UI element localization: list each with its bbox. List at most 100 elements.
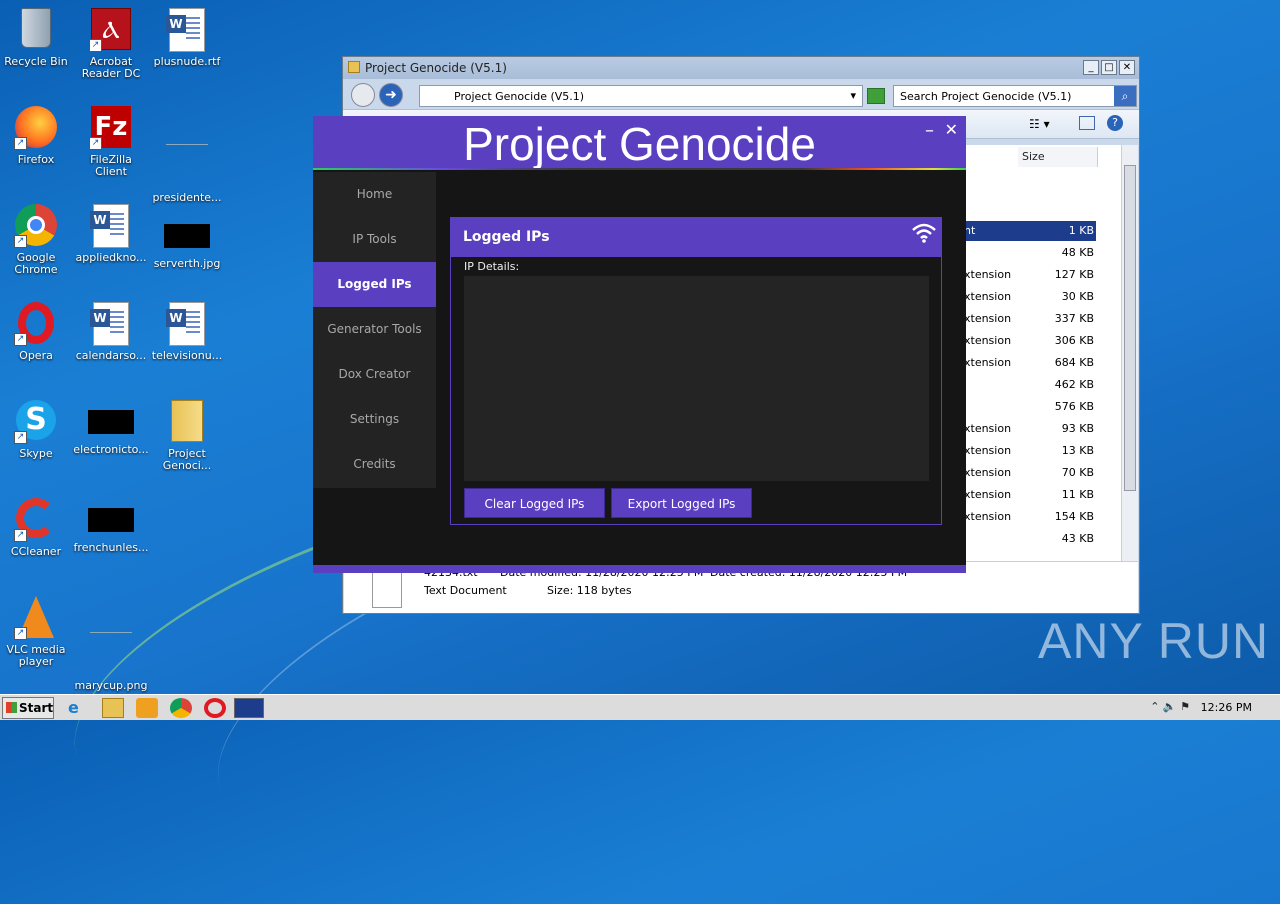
minimize-button[interactable]: _ [1083,60,1099,75]
desktop-icon-label: appliedkno... [75,251,147,264]
column-header-size[interactable]: Size [1018,147,1098,167]
view-options-icon[interactable]: ☷ ▾ [1029,117,1050,131]
desktop-icon-vlc[interactable]: ↗ VLC media player [0,596,74,668]
ip-details-textbox[interactable] [464,276,929,481]
desktop-icon-recycle-bin[interactable]: Recycle Bin [0,8,74,68]
desktop-icon-label: Skype [19,447,53,460]
chrome-taskbar-icon[interactable] [170,698,192,718]
row-size: 30 KB [1061,290,1094,303]
table-row[interactable]: 462 KB [964,375,1096,395]
internet-explorer-icon[interactable]: e [68,698,90,718]
row-size: 11 KB [1061,488,1094,501]
minimize-button[interactable]: – [925,120,934,141]
row-size: 337 KB [1054,312,1094,325]
table-row[interactable]: 43 KB [964,529,1096,549]
table-row[interactable]: 576 KB [964,397,1096,417]
nav-dox-creator[interactable]: Dox Creator [313,352,436,397]
table-row[interactable]: xtension 93 KB [964,419,1096,439]
desktop-icon-label: Recycle Bin [4,55,68,68]
explorer-titlebar[interactable]: Project Genocide (V5.1) _ □ ✕ [343,57,1139,79]
start-label: Start [19,701,54,715]
desktop-icon-firefox[interactable]: ↗ Firefox [0,106,74,166]
taskbar-clock[interactable]: 12:26 PM [1201,701,1252,714]
desktop-icon-label: calendarso... [75,349,147,362]
desktop-icon-label: serverth.jpg [153,257,221,270]
image-thumbnail-icon [165,144,209,188]
help-icon[interactable]: ? [1107,115,1123,131]
desktop-icon-televisionu[interactable]: W televisionu... [149,302,225,362]
desktop-icon-skype[interactable]: S ↗ Skype [0,400,74,460]
desktop-icon-chrome[interactable]: ↗ Google Chrome [0,204,74,276]
desktop-icon-plusnude[interactable]: W plusnude.rtf [149,8,225,68]
maximize-button[interactable]: □ [1101,60,1117,75]
scrollbar-thumb[interactable] [1124,165,1136,491]
close-button[interactable]: ✕ [945,120,958,139]
desktop-icon-marycup[interactable]: marycup.png [73,596,149,692]
desktop-icon-label: televisionu... [151,349,223,362]
desktop-icon-frenchunles[interactable]: frenchunles... [73,498,149,554]
search-icon[interactable]: ⌕ [1114,86,1136,106]
desktop-icon-label: Project Genoci... [162,447,212,472]
chevron-down-icon[interactable]: ▾ [850,89,856,102]
desktop-icon-acrobat[interactable]: Ⲁ ↗ Acrobat Reader DC [73,8,149,80]
desktop-icon-ccleaner[interactable]: ↗ CCleaner [0,498,74,558]
row-size: 306 KB [1054,334,1094,347]
nav-credits[interactable]: Credits [313,442,436,487]
desktop-icon-appliedkno[interactable]: W appliedkno... [73,204,149,264]
export-logged-ips-button[interactable]: Export Logged IPs [611,488,752,518]
desktop-icon-project-genocide[interactable]: Project Genoci... [149,400,225,472]
row-size: 127 KB [1054,268,1094,281]
app-titlebar[interactable]: Project Genocide – ✕ [313,116,966,170]
row-size: 576 KB [1054,400,1094,413]
desktop-icon-opera[interactable]: ↗ Opera [0,302,74,362]
desktop-icon-serverth[interactable]: serverth.jpg [149,204,225,270]
vertical-scrollbar[interactable] [1121,145,1138,561]
nav-generator-tools[interactable]: Generator Tools [313,307,436,352]
table-row[interactable]: xtension 306 KB [964,331,1096,351]
back-button[interactable] [351,83,375,107]
desktop-icon-presidente[interactable]: presidente... [149,106,225,204]
table-row[interactable]: xtension 337 KB [964,309,1096,329]
start-button[interactable]: Start [2,697,54,719]
nav-settings[interactable]: Settings [313,397,436,442]
desktop-icon-calendarso[interactable]: W calendarso... [73,302,149,362]
nav-home[interactable]: Home [313,172,436,217]
desktop-icon-label: Firefox [17,153,55,166]
table-row[interactable]: xtension 70 KB [964,463,1096,483]
refresh-button[interactable] [867,88,885,104]
nav-ip-tools[interactable]: IP Tools [313,217,436,262]
preview-pane-icon[interactable] [1079,116,1095,130]
row-size: 462 KB [1054,378,1094,391]
table-row[interactable]: xtension 11 KB [964,485,1096,505]
image-thumbnail-icon [164,224,210,248]
close-button[interactable]: ✕ [1119,60,1135,75]
table-row[interactable]: nt 1 KB [964,221,1096,241]
vlc-icon: ↗ [14,596,58,640]
media-player-icon[interactable] [136,698,158,718]
clear-logged-ips-button[interactable]: Clear Logged IPs [464,488,605,518]
forward-button[interactable]: ➜ [379,83,403,107]
genocide-app-window[interactable]: Project Genocide – ✕ Home IP Tools Logge… [313,116,966,573]
table-row[interactable]: xtension 127 KB [964,265,1096,285]
desktop-icon-label: VLC media player [6,643,66,668]
table-row[interactable]: xtension 154 KB [964,507,1096,527]
desktop-icon-electronicto[interactable]: electronicto... [73,400,149,456]
system-tray-icons[interactable]: ⌃ 🔈 ⚑ [1150,700,1190,713]
desktop-icon-filezilla[interactable]: Fz ↗ FileZilla Client [73,106,149,178]
explorer-title: Project Genocide (V5.1) [365,61,507,75]
details-type: Text Document [424,584,507,597]
desktop-icon-label: plusnude.rtf [153,55,221,68]
table-row[interactable]: 48 KB [964,243,1096,263]
search-input[interactable]: Search Project Genocide (V5.1) ⌕ [893,85,1137,107]
genocide-taskbar-icon[interactable] [234,698,264,718]
nav-logged-ips[interactable]: Logged IPs [313,262,436,307]
table-row[interactable]: xtension 684 KB [964,353,1096,373]
opera-taskbar-icon[interactable] [204,698,226,718]
table-row[interactable]: xtension 13 KB [964,441,1096,461]
desktop-icon-label: Opera [19,349,53,362]
ccleaner-icon: ↗ [14,498,58,542]
row-size: 1 KB [1068,224,1094,237]
table-row[interactable]: xtension 30 KB [964,287,1096,307]
explorer-taskbar-icon[interactable] [102,698,124,718]
address-bar[interactable]: Project Genocide (V5.1) ▾ [419,85,863,107]
